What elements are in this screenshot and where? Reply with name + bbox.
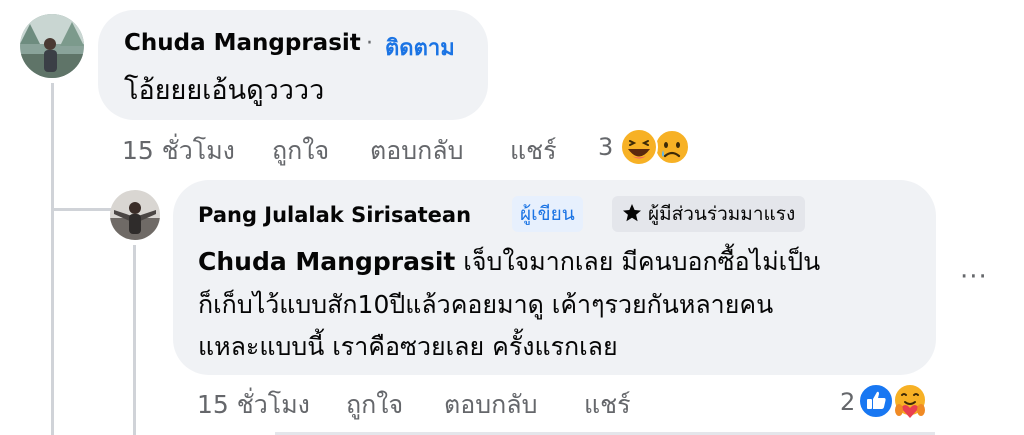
star-icon	[622, 199, 642, 235]
author-badge: ผู้เขียน	[512, 196, 583, 232]
reply-button[interactable]: ตอบกลับ	[370, 131, 463, 171]
reply-reaction-count[interactable]: 2	[840, 388, 855, 416]
avatar-pang[interactable]	[110, 190, 160, 240]
comment-text-line2: ก็เก็บไว้แบบสัก10ปีแล้วคอยมาดู เค้าๆรวยก…	[198, 290, 774, 319]
sad-icon[interactable]	[654, 129, 690, 165]
comment-timestamp[interactable]: 15 ชั่วโมง	[122, 131, 235, 171]
more-options-button[interactable]: ···	[960, 262, 988, 292]
comment-text-line3: แหละแบบนี้ เราคือซวยเลย ครั้งแรกเลย	[198, 332, 618, 361]
share-button[interactable]: แชร์	[510, 131, 557, 171]
like-icon[interactable]	[858, 383, 894, 419]
avatar-chuda[interactable]	[20, 14, 84, 78]
author-separator: ·	[366, 31, 373, 56]
top-contributor-badge[interactable]: ผู้มีส่วนร่วมมาแรง	[612, 196, 806, 235]
reply-like-button[interactable]: ถูกใจ	[346, 385, 403, 425]
thread-line-branch	[51, 208, 111, 211]
comment-text-line1: Chuda Mangprasit เจ็บใจมากเลย มีคนบอกซื้…	[198, 242, 820, 282]
mention-chuda[interactable]: Chuda Mangprasit	[198, 247, 455, 276]
comment-author-chuda[interactable]: Chuda Mangprasit	[124, 30, 361, 56]
like-button[interactable]: ถูกใจ	[272, 131, 329, 171]
thread-line-main	[51, 83, 54, 435]
comment-text-chuda: โอ้ยยยเอ้นดูวววว	[124, 75, 325, 106]
reply-reply-button[interactable]: ตอบกลับ	[444, 385, 537, 425]
comment-text-line1-body: เจ็บใจมากเลย มีคนบอกซื้อไม่เป็น	[455, 247, 821, 276]
care-icon[interactable]	[891, 382, 929, 420]
thread-line-reply	[133, 245, 136, 435]
top-contributor-label: ผู้มีส่วนร่วมมาแรง	[648, 203, 796, 225]
follow-button[interactable]: ติดตาม	[385, 30, 455, 65]
comment-author-pang[interactable]: Pang Julalak Sirisatean	[198, 203, 471, 227]
reply-timestamp[interactable]: 15 ชั่วโมง	[197, 385, 310, 425]
reply-share-button[interactable]: แชร์	[584, 385, 631, 425]
haha-icon[interactable]	[620, 128, 658, 166]
reaction-count[interactable]: 3	[598, 133, 613, 161]
